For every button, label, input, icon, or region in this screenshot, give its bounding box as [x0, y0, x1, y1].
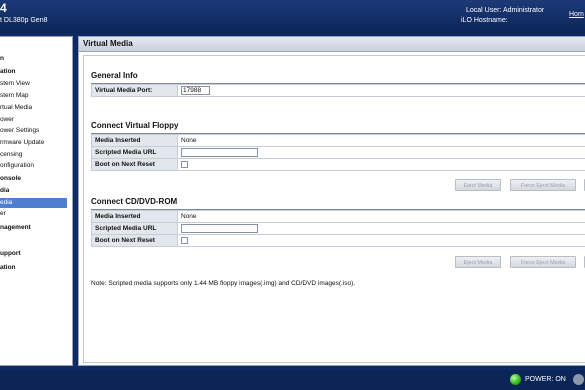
boot-next-label: Boot on Next Reset [91, 158, 178, 171]
server-model: t DL380p Gen8 [0, 17, 48, 24]
floppy-boot-checkbox[interactable] [181, 160, 188, 168]
floppy-heading: Connect Virtual Floppy [91, 121, 179, 130]
sidebar-item-licensing[interactable]: censing [0, 150, 22, 160]
floppy-force-eject-button[interactable]: Force Eject Media [510, 179, 576, 191]
media-inserted-value: None [177, 210, 585, 223]
scripted-media-note: Note: Scripted media supports only 1.44 … [91, 280, 356, 287]
sidebar-item-system-view[interactable]: stem View [0, 79, 30, 89]
cdrom-boot-checkbox[interactable] [181, 236, 188, 244]
scripted-url-label: Scripted Media URL [91, 222, 178, 235]
cdrom-force-eject-button[interactable]: Force Eject Media [510, 256, 576, 268]
sidebar-item-power[interactable]: ower [0, 115, 14, 125]
home-link[interactable]: Hom [569, 11, 584, 18]
general-info-table: Virtual Media Port: 17988 [91, 84, 585, 97]
main-content: Virtual Media General Info Virtual Media… [78, 36, 585, 366]
sidebar-section-media[interactable]: dia [0, 186, 9, 196]
sidebar-item[interactable]: er [0, 209, 6, 219]
floppy-url-input[interactable] [181, 148, 258, 157]
scripted-url-label: Scripted Media URL [91, 146, 178, 159]
power-status: POWER: ON [525, 376, 566, 383]
power-button-icon[interactable] [573, 374, 584, 385]
general-info-heading: General Info [91, 71, 138, 80]
status-bar: POWER: ON [0, 370, 585, 390]
media-inserted-label: Media Inserted [91, 210, 178, 223]
sidebar-item-virtual-media-selected[interactable]: edia [0, 198, 67, 208]
page-title: Virtual Media [83, 39, 133, 48]
sidebar-section-console[interactable]: onsole [0, 174, 21, 184]
sidebar-item-power-settings[interactable]: ower Settings [0, 126, 39, 136]
page-title-bar: Virtual Media [79, 37, 585, 52]
sidebar-section[interactable]: ation [0, 263, 16, 273]
sidebar-item-configuration[interactable]: onfiguration [0, 161, 34, 171]
cdrom-table: Media Inserted None Scripted Media URL B… [91, 210, 585, 247]
virtual-media-port-field[interactable]: 17988 [181, 86, 210, 95]
cdrom-heading: Connect CD/DVD-ROM [91, 197, 178, 206]
power-status-icon [510, 374, 521, 385]
sidebar-section-management[interactable]: nagement [0, 223, 31, 233]
sidebar-section-support[interactable]: upport [0, 249, 21, 259]
cdrom-eject-button[interactable]: Eject Media [455, 256, 501, 268]
sidebar-item[interactable]: n [0, 54, 4, 64]
port-label: Virtual Media Port: [91, 84, 178, 97]
product-title: 4 [0, 1, 7, 15]
sidebar-item-firmware-update[interactable]: rmware Update [0, 138, 44, 148]
floppy-table: Media Inserted None Scripted Media URL B… [91, 134, 585, 171]
sidebar-section[interactable]: ation [0, 67, 16, 77]
media-inserted-value: None [177, 134, 585, 147]
local-user: Local User: Administrator [466, 7, 545, 14]
ilo-hostname: iLO Hostname: [461, 17, 508, 24]
cdrom-url-input[interactable] [181, 224, 258, 233]
boot-next-label: Boot on Next Reset [91, 234, 178, 247]
sidebar: n ation stem View stem Map rtual Media o… [0, 36, 73, 366]
media-inserted-label: Media Inserted [91, 134, 178, 147]
sidebar-item-system-map[interactable]: stem Map [0, 91, 29, 101]
floppy-eject-button[interactable]: Eject Media [455, 179, 501, 191]
header-bar: 4 t DL380p Gen8 Local User: Administrato… [0, 0, 585, 33]
sidebar-item-virtual-media[interactable]: rtual Media [0, 103, 32, 113]
content-panel: General Info Virtual Media Port: 17988 C… [83, 55, 585, 363]
